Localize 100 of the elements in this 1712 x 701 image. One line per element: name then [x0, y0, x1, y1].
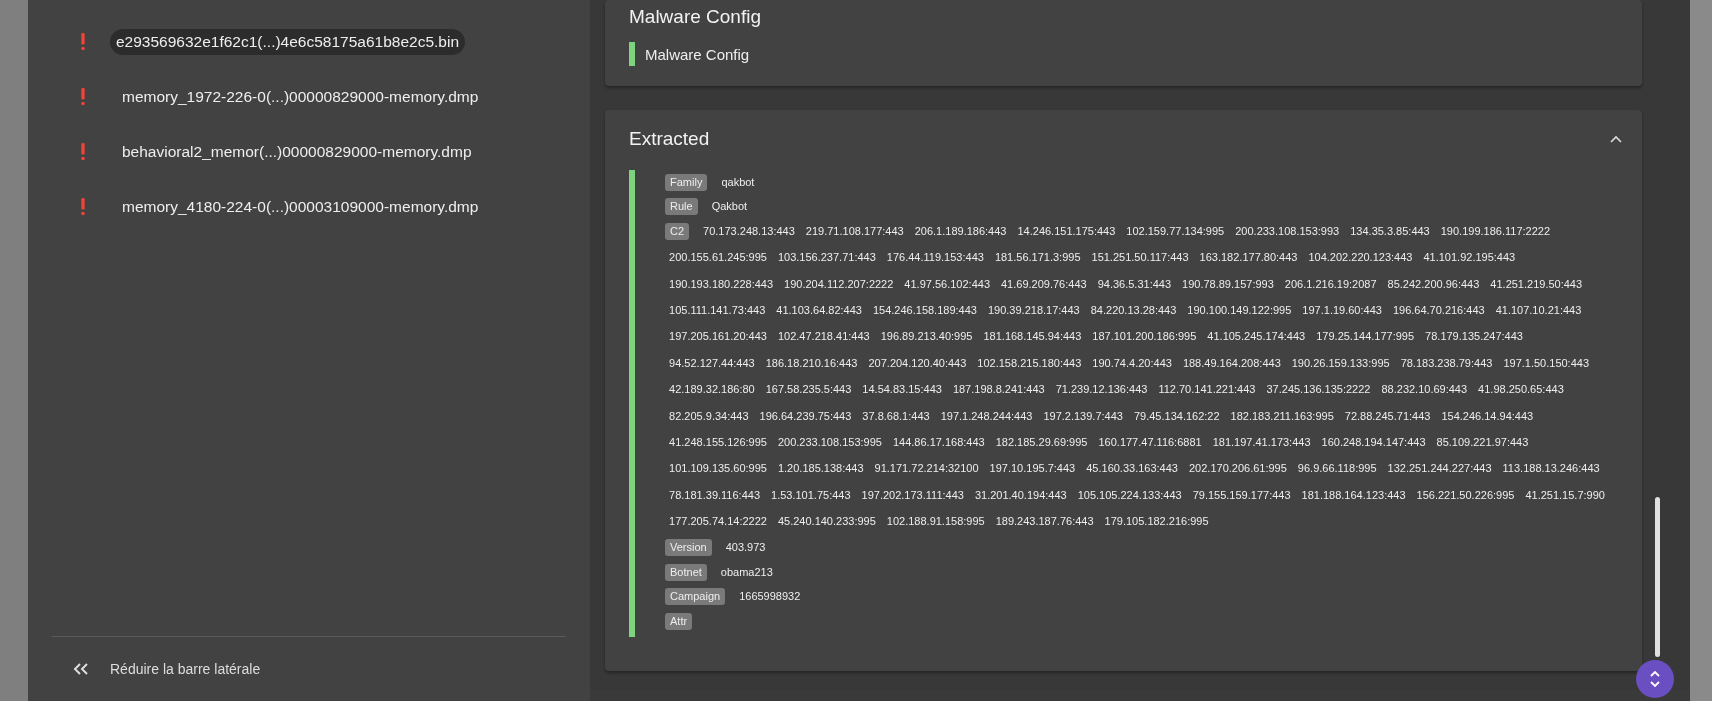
double-chevron-left-icon — [72, 663, 90, 675]
exclamation-icon — [80, 143, 86, 161]
c2-address: 79.45.134.162:22 — [1133, 409, 1220, 424]
c2-address: 200.155.61.245:995 — [669, 251, 767, 266]
c2-address: 112.70.141.221:443 — [1158, 383, 1256, 398]
c2-address: 105.111.141.73:443 — [669, 303, 766, 318]
scroll-button[interactable] — [1636, 660, 1674, 698]
c2-address: 163.182.177.80:443 — [1199, 251, 1298, 266]
c2-address: 196.64.239.75:443 — [759, 409, 852, 424]
c2-address: 219.71.108.177:443 — [805, 224, 904, 239]
file-item[interactable]: memory_4180-224-0(...)00003109000-memory.dmp — [116, 194, 485, 220]
c2-address: 179.105.182.216:995 — [1104, 515, 1209, 530]
c2-address: 102.47.218.41:443 — [777, 330, 870, 345]
c2-address: 200.233.108.153:993 — [1235, 224, 1340, 239]
c2-address: 190.74.4.20:443 — [1092, 356, 1172, 371]
c2-address: 190.100.149.122:995 — [1187, 303, 1292, 318]
c2-address: 160.248.194.147:443 — [1321, 435, 1426, 450]
c2-address: 190.78.89.157:993 — [1182, 277, 1274, 292]
c2-address: 78.183.238.79:443 — [1400, 356, 1493, 371]
c2-address: 151.251.50.117:443 — [1091, 251, 1189, 266]
field-tag: Family — [665, 174, 708, 191]
exclamation-icon — [80, 198, 86, 216]
c2-address: 132.251.244.227:443 — [1387, 462, 1492, 477]
field-tag: Campaign — [665, 588, 726, 606]
c2-address: 41.69.209.76:443 — [1001, 277, 1087, 292]
c2-address: 134.35.3.85:443 — [1350, 224, 1430, 239]
field-tag: Rule — [665, 198, 698, 216]
exclamation-icon — [80, 33, 86, 51]
c2-address: 189.243.187.76:443 — [995, 515, 1094, 530]
c2-address: 1.20.185.138:443 — [777, 462, 864, 477]
c2-address: 182.183.211.163:995 — [1230, 409, 1334, 424]
c2-address: 105.105.224.133:443 — [1077, 488, 1182, 503]
c2-address: 181.168.145.94:443 — [983, 330, 1082, 345]
scrollbar-thumb[interactable] — [1655, 497, 1660, 657]
field-value: qakbot — [721, 175, 755, 188]
c2-address: 190.199.186.117:2222 — [1440, 224, 1551, 239]
c2-address: 78.181.39.116:443 — [669, 488, 760, 503]
c2-address: 200.233.108.153:995 — [777, 435, 882, 450]
c2-address: 197.1.19.60:443 — [1302, 303, 1382, 318]
c2-address: 156.221.50.226:995 — [1416, 488, 1515, 503]
up-down-chevron-icon — [1649, 670, 1661, 688]
c2-address: 176.44.119.153:443 — [886, 251, 984, 266]
c2-address: 85.242.200.96:443 — [1387, 277, 1480, 292]
field-tag: Version — [665, 539, 712, 557]
c2-address: 154.246.14.94:443 — [1441, 409, 1534, 424]
c2-address: 196.89.213.40:995 — [880, 330, 973, 345]
c2-address: 182.185.29.69:995 — [995, 435, 1088, 450]
c2-address: 41.101.92.195:443 — [1423, 251, 1516, 266]
c2-address: 71.239.12.136:443 — [1055, 383, 1148, 398]
file-item[interactable]: behavioral2_memor(...)00000829000-memory.dmp — [116, 139, 478, 165]
c2-address: 82.205.9.34:443 — [669, 409, 749, 424]
c2-address: 70.173.248.13:443 — [703, 224, 795, 239]
c2-address: 102.158.215.180:443 — [977, 356, 1082, 371]
c2-address: 14.246.151.175:443 — [1017, 224, 1116, 239]
c2-address: 85.109.221.97:443 — [1436, 435, 1529, 450]
c2-address: 79.155.159.177:443 — [1192, 488, 1291, 503]
field-value: obama213 — [720, 564, 773, 578]
c2-address: 190.26.159.133:995 — [1291, 356, 1390, 371]
c2-address: 101.109.135.60:995 — [669, 462, 767, 477]
c2-address: 197.2.139.7:443 — [1043, 409, 1123, 424]
c2-address: 179.25.144.177:995 — [1316, 330, 1415, 345]
c2-address: 42.189.32.186:80 — [669, 383, 755, 398]
card-title: Extracted — [629, 128, 710, 150]
c2-address: 206.1.189.186:443 — [914, 224, 1007, 239]
c2-address: 188.49.164.208:443 — [1182, 356, 1281, 371]
field-tag: C2 — [665, 222, 690, 240]
c2-address: 78.179.135.247:443 — [1425, 330, 1523, 345]
field-value: 1665998932 — [739, 589, 801, 603]
c2-address: 190.204.112.207:2222 — [784, 277, 894, 292]
c2-address: 88.232.10.69:443 — [1381, 383, 1468, 398]
c2-address: 102.188.91.158:995 — [886, 515, 985, 530]
c2-address: 41.107.10.21:443 — [1495, 303, 1582, 318]
c2-address: 197.1.248.244:443 — [940, 409, 1033, 424]
c2-address: 37.245.136.135:2222 — [1266, 383, 1371, 398]
c2-address: 181.197.41.173:443 — [1212, 435, 1311, 450]
exclamation-icon — [80, 88, 86, 106]
c2-address: 41.251.219.50:443 — [1490, 277, 1583, 292]
collapse-sidebar-button[interactable]: Réduire la barre latérale — [52, 661, 261, 677]
c2-address: 1.53.101.75:443 — [771, 488, 851, 503]
c2-address: 37.8.68.1:443 — [862, 409, 930, 424]
c2-address: 103.156.237.71:443 — [777, 251, 876, 266]
file-item[interactable]: e293569632e1f62c1(...)4e6c58175a61b8e2c5.bin — [110, 29, 466, 55]
card-title: Malware Config — [629, 6, 762, 28]
c2-address: 207.204.120.40:443 — [868, 356, 967, 371]
chevron-up-icon[interactable] — [1610, 135, 1622, 143]
c2-address: 206.1.216.19:2087 — [1284, 277, 1377, 292]
c2-address: 190.39.218.17:443 — [987, 303, 1080, 318]
c2-address: 41.97.56.102:443 — [904, 277, 990, 292]
c2-address: 104.202.220.123:443 — [1308, 251, 1413, 266]
c2-address: 167.58.235.5:443 — [765, 383, 852, 398]
file-item[interactable]: memory_1972-226-0(...)00000829000-memory.dmp — [116, 84, 485, 110]
c2-address: 113.188.13.246:443 — [1502, 462, 1600, 477]
c2-address: 190.193.180.228:443 — [669, 277, 774, 292]
c2-address: 196.64.70.216:443 — [1392, 303, 1485, 318]
c2-address: 94.36.5.31:443 — [1097, 277, 1172, 292]
field-tag: Botnet — [665, 563, 707, 581]
c2-address: 187.101.200.186:995 — [1092, 330, 1197, 345]
c2-address: 31.201.40.194:443 — [974, 488, 1067, 503]
c2-address: 84.220.13.28:443 — [1090, 303, 1177, 318]
c2-address: 41.98.250.65:443 — [1478, 383, 1564, 398]
